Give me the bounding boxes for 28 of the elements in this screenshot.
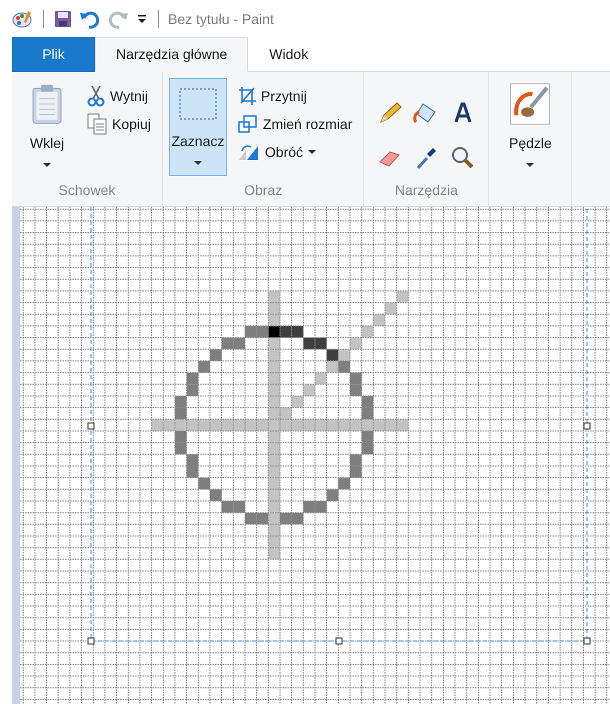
ribbon-button[interactable]: Zmień rozmiar: [232, 110, 358, 138]
ribbon-button[interactable]: Zaznacz: [168, 78, 227, 176]
resize-icon: [238, 114, 258, 134]
ribbon-button[interactable]: Obróć: [232, 138, 358, 166]
ribbon-button[interactable]: Pędzle: [495, 78, 566, 176]
file-menu-tab[interactable]: Plik: [12, 37, 95, 72]
group-label: Narzędzia: [394, 182, 458, 198]
undo-icon[interactable]: [79, 9, 101, 29]
selection-handle[interactable]: [336, 638, 342, 644]
group-label: Schowek: [58, 182, 116, 198]
group-label: Obraz: [244, 182, 282, 198]
selection-handle[interactable]: [88, 638, 94, 644]
ribbon-button[interactable]: Wklej: [18, 78, 76, 176]
selection-handle[interactable]: [88, 422, 94, 430]
ribbon-tab[interactable]: Narzędzia główne: [95, 37, 248, 72]
crop-icon: [238, 86, 256, 106]
scissors-icon: [87, 85, 105, 107]
ribbon-button[interactable]: Kopiuj: [82, 110, 156, 138]
selection-handle[interactable]: [584, 422, 590, 430]
ribbon-tab[interactable]: Widok: [248, 37, 330, 72]
pencil-icon[interactable]: [377, 100, 404, 126]
ribbon-button[interactable]: Wytnij: [82, 82, 156, 110]
save-icon[interactable]: [53, 9, 73, 29]
paint-palette-icon[interactable]: [12, 9, 34, 29]
ribbon-button[interactable]: Przytnij: [232, 82, 358, 110]
window-title: Bez tytułu - Paint: [168, 10, 274, 29]
copy-icon: [87, 113, 107, 135]
selection-handle[interactable]: [584, 638, 590, 644]
